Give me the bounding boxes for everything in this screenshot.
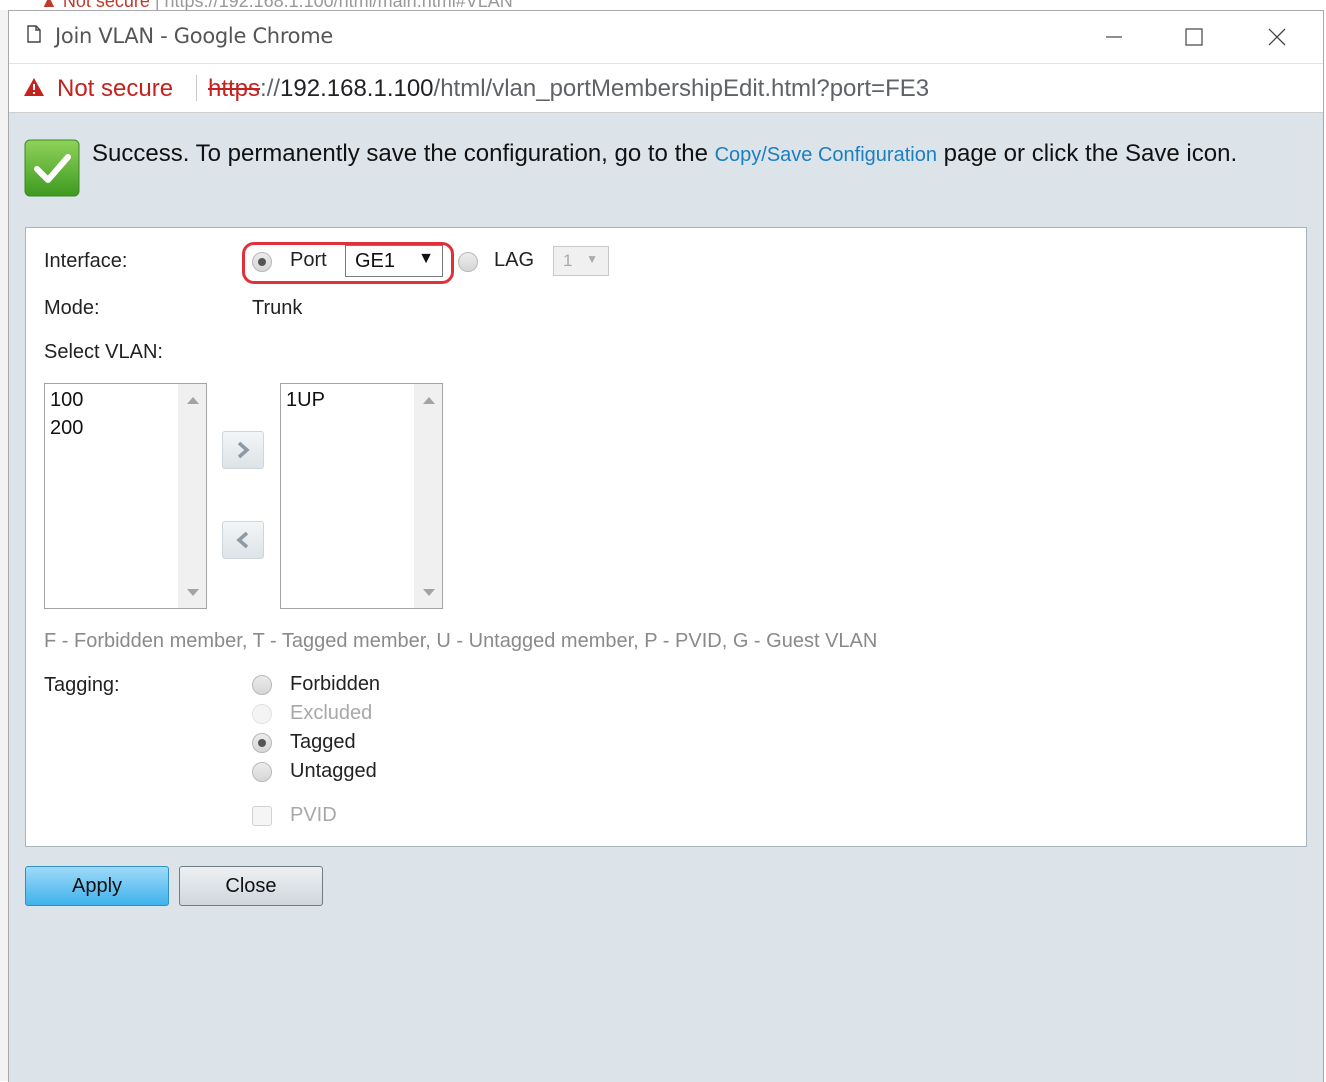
success-text-2: page or click the Save icon. — [936, 140, 1238, 167]
popup-window: Join VLAN - Google Chrome Not secure htt… — [8, 10, 1324, 1082]
tagging-excluded-label: Excluded — [290, 702, 373, 724]
close-window-button[interactable] — [1257, 19, 1297, 55]
window-title: Join VLAN - Google Chrome — [55, 24, 334, 48]
available-vlan-list[interactable]: 100 200 — [44, 383, 207, 609]
url-path: /html/vlan_portMembershipEdit.html?port=… — [433, 75, 930, 102]
not-secure-label[interactable]: Not secure — [57, 75, 173, 103]
minimize-button[interactable] — [1094, 19, 1134, 55]
url-host: 192.168.1.100 — [280, 75, 434, 102]
url-text[interactable]: https://192.168.1.100/html/vlan_portMemb… — [208, 75, 929, 103]
warning-icon — [24, 78, 44, 96]
url-scheme-separator: :// — [260, 75, 281, 102]
scrollbar[interactable] — [414, 384, 442, 608]
tagging-untagged-label: Untagged — [290, 760, 377, 782]
lag-radio[interactable] — [458, 252, 478, 272]
success-message: Success. To permanently save the configu… — [92, 139, 1282, 170]
address-separator — [196, 75, 197, 101]
scroll-up-arrow-icon[interactable] — [423, 397, 435, 404]
close-button[interactable]: Close — [179, 866, 323, 906]
success-text-1: Success. To permanently save the configu… — [92, 140, 715, 167]
port-label: Port — [290, 249, 327, 271]
document-icon — [27, 25, 41, 43]
port-radio[interactable] — [252, 252, 272, 272]
scrollbar[interactable] — [178, 384, 206, 608]
background-window-strip: ▲ Not secure | https://192.168.1.100/htm… — [0, 0, 1326, 10]
chevron-left-icon — [236, 531, 249, 549]
apply-button[interactable]: Apply — [25, 866, 169, 906]
pvid-checkbox — [252, 806, 272, 826]
lag-select[interactable]: 1 ▼ — [553, 246, 609, 276]
mode-label: Mode: — [44, 297, 100, 319]
dropdown-arrow-icon: ▼ — [418, 250, 434, 267]
tagging-forbidden-label: Forbidden — [290, 673, 381, 695]
lag-label: LAG — [494, 249, 535, 271]
add-vlan-button[interactable] — [222, 431, 264, 469]
list-item[interactable]: 1UP — [286, 386, 325, 414]
available-vlan-items: 100 200 — [50, 386, 83, 442]
member-vlan-items: 1UP — [286, 386, 325, 414]
scroll-down-arrow-icon[interactable] — [187, 589, 199, 596]
scroll-up-arrow-icon[interactable] — [187, 397, 199, 404]
pvid-label: PVID — [290, 804, 337, 826]
scroll-down-arrow-icon[interactable] — [423, 589, 435, 596]
port-select-value: GE1 — [355, 250, 396, 272]
success-check-icon — [24, 139, 80, 197]
interface-label: Interface: — [44, 250, 128, 272]
tagging-forbidden-radio[interactable] — [252, 675, 272, 695]
list-item[interactable]: 100 — [50, 386, 83, 414]
tagging-excluded-radio — [252, 704, 272, 724]
tagging-label: Tagging: — [44, 674, 120, 696]
remove-vlan-button[interactable] — [222, 521, 264, 559]
dropdown-arrow-icon: ▼ — [586, 252, 598, 266]
close-icon — [1268, 28, 1286, 46]
list-item[interactable]: 200 — [50, 414, 83, 442]
tagging-tagged-label: Tagged — [290, 731, 356, 753]
tagging-tagged-radio[interactable] — [252, 733, 272, 753]
port-select[interactable]: GE1 ▼ — [345, 245, 443, 277]
member-vlan-list[interactable]: 1UP — [280, 383, 443, 609]
title-bar[interactable]: Join VLAN - Google Chrome — [9, 11, 1323, 63]
settings-panel: Interface: Port GE1 ▼ LAG 1 ▼ Mode: Trun… — [25, 227, 1307, 847]
maximize-button[interactable] — [1174, 19, 1214, 55]
select-vlan-label: Select VLAN: — [44, 341, 163, 363]
lag-select-value: 1 — [563, 251, 573, 270]
background-tab-text: ▲ Not secure | https://192.168.1.100/htm… — [40, 0, 513, 10]
mode-value: Trunk — [252, 297, 303, 319]
address-bar[interactable]: Not secure https://192.168.1.100/html/vl… — [9, 63, 1323, 113]
chevron-right-icon — [237, 441, 250, 459]
url-scheme: https — [208, 75, 261, 102]
tagging-untagged-radio[interactable] — [252, 762, 272, 782]
copy-save-configuration-link[interactable]: Copy/Save Configuration — [715, 144, 937, 166]
minimize-icon — [1106, 36, 1122, 38]
maximize-icon — [1185, 28, 1203, 46]
background-window-edge — [0, 10, 8, 1081]
membership-legend: F - Forbidden member, T - Tagged member,… — [44, 630, 878, 652]
